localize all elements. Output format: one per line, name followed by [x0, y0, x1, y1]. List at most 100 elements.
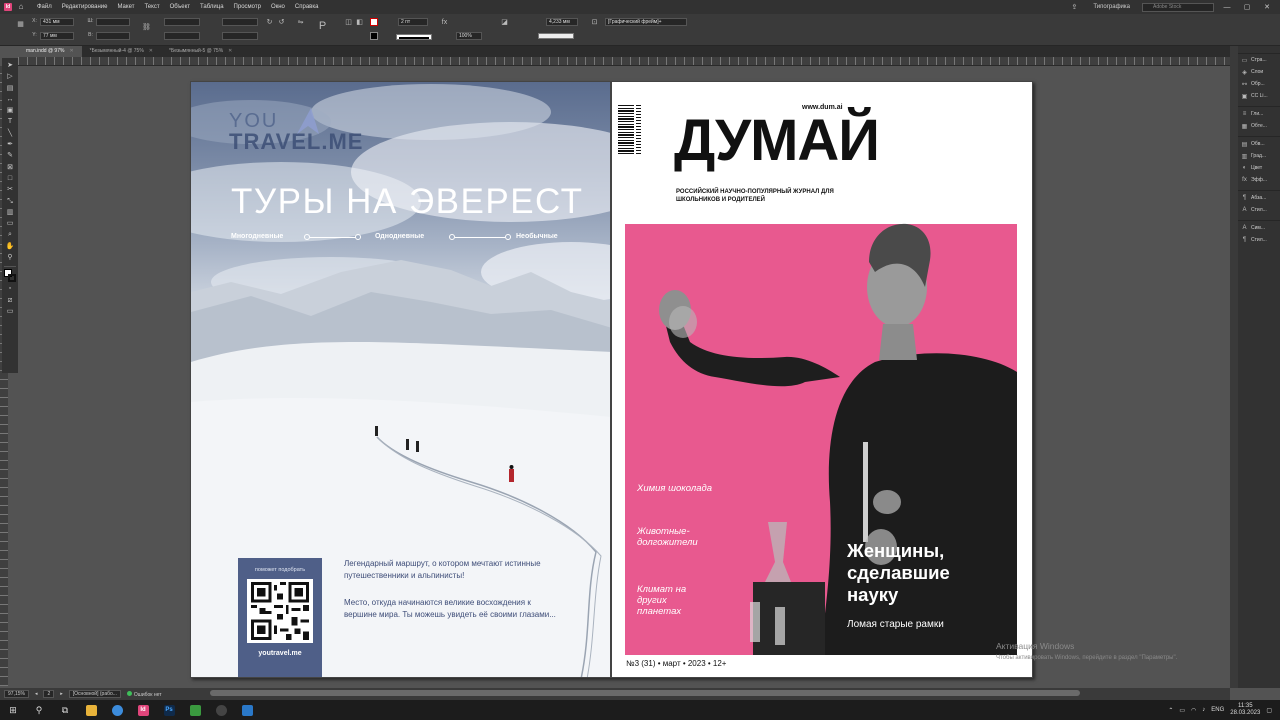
document-spread[interactable]: YOU TRAVEL.ME ТУРЫ НА ЭВЕРЕСТ Многодневн…	[190, 81, 1033, 678]
y-field[interactable]: 77 мм	[40, 32, 74, 40]
share-icon[interactable]: ⇪	[1067, 3, 1081, 11]
close-window-button[interactable]: ✕	[1260, 3, 1274, 11]
clock[interactable]: 11:35 28.03.2023	[1230, 703, 1260, 717]
notifications-icon[interactable]: ▢	[1266, 707, 1272, 714]
stroke-swatch-icon[interactable]	[370, 32, 378, 40]
panel-tab-pages[interactable]: ▭ Стра...	[1238, 54, 1280, 66]
panel-tab-cc-libraries[interactable]: ▣ CC Li...	[1238, 90, 1280, 102]
scale-y-field[interactable]	[164, 32, 200, 40]
menu-type[interactable]: Текст	[139, 4, 164, 10]
page-tool-icon[interactable]: ▤	[4, 83, 16, 94]
rectangle-frame-tool-icon[interactable]: ⊠	[4, 162, 16, 173]
maximize-button[interactable]: ▢	[1240, 3, 1254, 11]
horizontal-scrollbar[interactable]	[210, 690, 1080, 696]
apply-none-icon[interactable]: ⧄	[4, 295, 16, 306]
illustrator-icon[interactable]	[182, 700, 208, 720]
tray-chevron-icon[interactable]: ⌃	[1168, 707, 1173, 714]
wifi-icon[interactable]: ◠	[1191, 707, 1196, 714]
rotate-90-icon[interactable]: ↻	[265, 18, 274, 27]
battery-icon[interactable]: ▭	[1179, 707, 1185, 714]
preflight-status[interactable]: Ошибок нет	[126, 690, 162, 698]
eyedropper-tool-icon[interactable]: ⌕	[4, 229, 16, 240]
menu-table[interactable]: Таблица	[195, 4, 229, 10]
width-field[interactable]	[96, 18, 130, 26]
photos-icon[interactable]	[234, 700, 260, 720]
select-container-icon[interactable]: ◫	[344, 18, 353, 27]
drop-shadow-icon[interactable]: ◪	[500, 18, 509, 27]
master-style-field[interactable]: [Основной] (рабо...	[68, 690, 121, 698]
workspace-switcher[interactable]: Типографика	[1087, 4, 1136, 10]
tab-man[interactable]: man.indd @ 97% ✕	[18, 46, 82, 57]
search-icon[interactable]: ⚲	[26, 700, 52, 720]
home-icon[interactable]: ⌂	[16, 2, 26, 12]
menu-help[interactable]: Справка	[290, 4, 324, 10]
panel-tab-color[interactable]: ◐ Цвет	[1238, 162, 1280, 174]
rotate-ccw-icon[interactable]: ↺	[277, 18, 286, 27]
zoom-tool-icon[interactable]: ⚲	[4, 252, 16, 263]
next-page-icon[interactable]: ▸	[60, 691, 63, 697]
fx-icon[interactable]: fx	[440, 18, 449, 27]
hand-tool-icon[interactable]: ✋	[4, 241, 16, 252]
language-indicator[interactable]: ENG	[1211, 707, 1224, 713]
gradient-tool-icon[interactable]: ▥	[4, 207, 16, 218]
opacity-field[interactable]: 100%	[456, 32, 482, 40]
panel-tab-layers[interactable]: ◈ Слои	[1238, 66, 1280, 78]
page-travel-ad[interactable]: YOU TRAVEL.ME ТУРЫ НА ЭВЕРЕСТ Многодневн…	[190, 81, 611, 678]
menu-file[interactable]: Файл	[32, 4, 57, 10]
close-tab-icon[interactable]: ✕	[228, 46, 232, 57]
panel-tab-links[interactable]: ⚯ Обр...	[1238, 78, 1280, 90]
select-content-icon[interactable]: ◧	[355, 18, 364, 27]
content-collector-icon[interactable]: ▣	[4, 105, 16, 116]
tab-untitled-4[interactable]: *Безымянный-4 @ 75% ✕	[82, 46, 161, 57]
page-magazine-cover[interactable]: www.dum.ai ДУМАЙ РОССИЙСКИЙ НАУЧНО-ПОПУЛ…	[611, 81, 1033, 678]
photoshop-icon[interactable]: Ps	[156, 700, 182, 720]
object-style-select[interactable]: [Графический фрейм]+	[605, 18, 687, 26]
shear-field[interactable]	[222, 32, 258, 40]
prev-page-icon[interactable]: ◂	[35, 691, 38, 697]
close-tab-icon[interactable]: ✕	[149, 46, 153, 57]
page-field[interactable]: 2	[43, 690, 55, 698]
screen-mode-icon[interactable]: ▭	[4, 306, 16, 317]
windows-start-icon[interactable]: ⊞	[0, 700, 26, 720]
chrome-icon[interactable]	[104, 700, 130, 720]
direct-selection-tool-icon[interactable]: ▷	[4, 71, 16, 82]
panel-tab-para-styles[interactable]: ¶ Стил...	[1238, 234, 1280, 246]
corner-shape-select[interactable]	[538, 33, 574, 39]
panel-tab-wrap[interactable]: ▦ Обте...	[1238, 120, 1280, 132]
fill-swatch-icon[interactable]	[370, 18, 378, 26]
panel-tab-swatches[interactable]: ▤ Обв...	[1238, 138, 1280, 150]
scissors-tool-icon[interactable]: ✂	[4, 184, 16, 195]
selection-tool-icon[interactable]: ➤	[4, 60, 16, 71]
note-tool-icon[interactable]: ▭	[4, 218, 16, 229]
minimize-button[interactable]: —	[1220, 4, 1234, 11]
pencil-tool-icon[interactable]: ✎	[4, 150, 16, 161]
menu-edit[interactable]: Редактирование	[57, 4, 113, 10]
stroke-type-select[interactable]	[396, 34, 432, 40]
volume-icon[interactable]: ♪	[1202, 707, 1205, 713]
panel-tab-stroke[interactable]: ≡ Гли...	[1238, 108, 1280, 120]
zoom-field[interactable]: 97,15%	[4, 690, 29, 698]
rectangle-tool-icon[interactable]: □	[4, 173, 16, 184]
explorer-icon[interactable]	[78, 700, 104, 720]
stroke-weight-field[interactable]: 2 пт	[398, 18, 428, 26]
close-tab-icon[interactable]: ✕	[69, 46, 73, 57]
pen-tool-icon[interactable]: ✒	[4, 139, 16, 150]
formatting-container-icon[interactable]: ▫	[4, 283, 16, 294]
panel-tab-paragraph[interactable]: ¶ Абза...	[1238, 192, 1280, 204]
adobe-stock-search[interactable]: Adobe Stock	[1142, 2, 1214, 12]
panel-grip[interactable]	[1238, 46, 1280, 54]
horizontal-ruler[interactable]	[18, 57, 1230, 66]
task-view-icon[interactable]: ⧉	[52, 700, 78, 720]
tab-untitled-5[interactable]: *Безымянный-5 @ 75% ✕	[161, 46, 240, 57]
constrain-icon[interactable]: ⛓	[142, 23, 151, 32]
panel-tab-gradient[interactable]: ▥ Град...	[1238, 150, 1280, 162]
height-field[interactable]	[96, 32, 130, 40]
type-tool-icon[interactable]: T	[4, 116, 16, 127]
panel-tab-effects[interactable]: fx Эфф...	[1238, 174, 1280, 186]
flip-horizontal-icon[interactable]: ⇋	[296, 18, 305, 27]
indesign-icon[interactable]: Id	[130, 700, 156, 720]
menu-object[interactable]: Объект	[165, 4, 195, 10]
panel-tab-character[interactable]: A Сим...	[1238, 222, 1280, 234]
gap-tool-icon[interactable]: ↔	[4, 94, 16, 105]
rotate-field[interactable]	[222, 18, 258, 26]
